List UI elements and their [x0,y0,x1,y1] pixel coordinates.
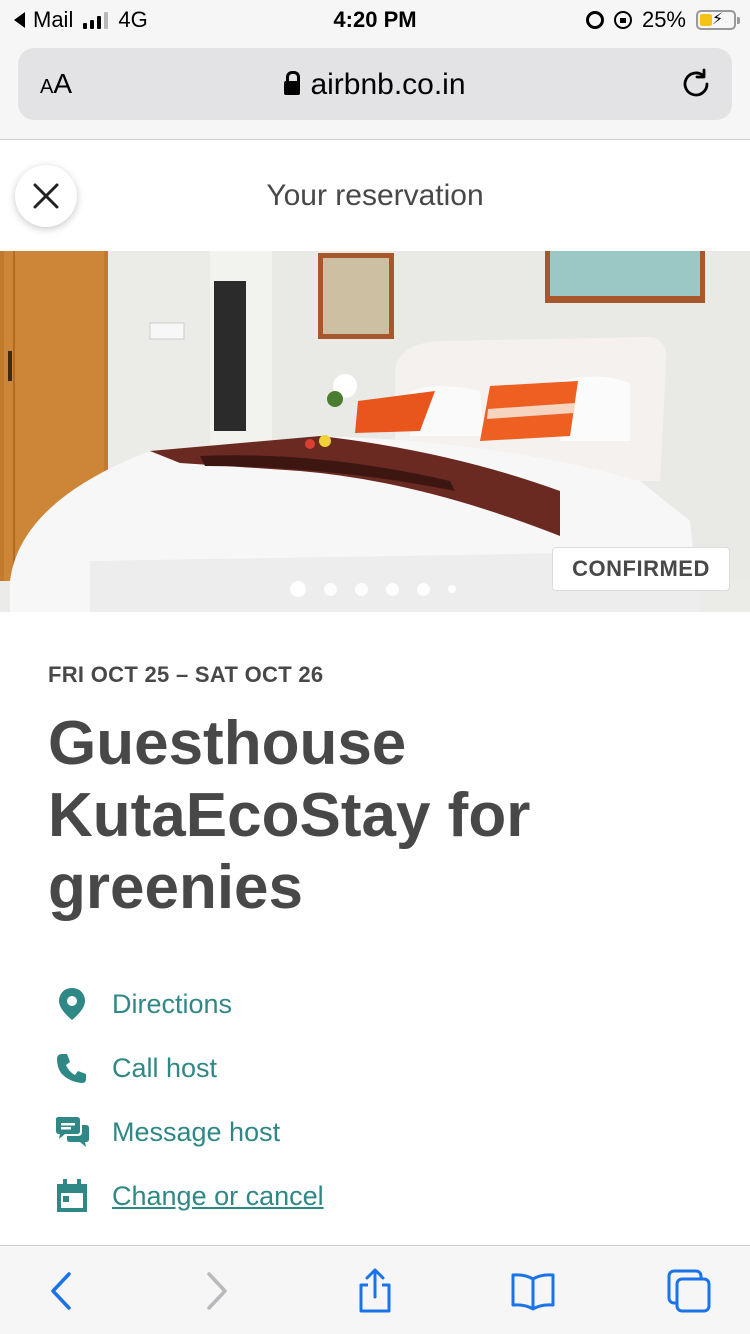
chat-bubbles-icon [52,1112,92,1152]
location-pin-icon [52,984,92,1024]
calendar-icon [52,1176,92,1216]
browser-address-area: AA airbnb.co.in [0,40,750,140]
carousel-dot[interactable] [324,582,337,596]
message-host-label[interactable]: Message host [112,1117,280,1148]
share-button[interactable] [350,1266,400,1316]
carousel-dot[interactable] [290,581,306,597]
url-text: airbnb.co.in [310,68,466,101]
listing-photo-carousel[interactable]: CONFIRMED [0,251,750,612]
directions-link[interactable]: Directions [52,972,702,1036]
url-field[interactable]: airbnb.co.in [18,68,732,102]
listing-title: Guesthouse KutaEcoStay for greenies [48,709,531,922]
carousel-dot[interactable] [417,582,430,596]
reservation-header: Your reservation [0,141,750,251]
status-badge: CONFIRMED [552,547,730,591]
reservation-actions: Directions Call host Message host Change… [52,972,702,1228]
message-host-link[interactable]: Message host [52,1100,702,1164]
bookmarks-button[interactable] [508,1266,558,1316]
book-icon [511,1273,555,1311]
alarm-icon [585,11,604,29]
tabs-button[interactable] [664,1266,714,1316]
change-or-cancel-label[interactable]: Change or cancel [112,1181,324,1212]
chevron-left-icon [51,1272,71,1310]
call-host-link[interactable]: Call host [52,1036,702,1100]
change-or-cancel-link[interactable]: Change or cancel [52,1164,702,1228]
browser-forward-button[interactable] [192,1266,242,1316]
tabs-icon [667,1269,711,1313]
battery-percent: 25% [641,7,686,32]
address-bar[interactable]: AA airbnb.co.in [18,48,732,120]
battery-icon: ⚡ [696,10,740,30]
carousel-dots[interactable] [290,581,456,597]
reservation-dates: FRI OCT 25 – SAT OCT 26 [48,662,324,687]
directions-label[interactable]: Directions [112,989,232,1020]
page-title: Your reservation [266,179,484,212]
status-right: 25% ⚡ [585,7,740,33]
carousel-dot[interactable] [448,585,456,593]
share-icon [359,1268,391,1313]
carousel-dot[interactable] [386,582,399,596]
carousel-dot[interactable] [355,582,368,596]
lock-icon [284,71,301,95]
call-host-label[interactable]: Call host [112,1053,217,1084]
status-bar: Mail 4G 4:20 PM 25% ⚡ [0,0,750,40]
browser-back-button[interactable] [36,1266,86,1316]
phone-icon [52,1048,92,1088]
rotation-lock-icon [613,11,632,29]
browser-toolbar [0,1245,750,1334]
chevron-right-icon [207,1272,227,1310]
reload-icon[interactable] [678,66,714,102]
